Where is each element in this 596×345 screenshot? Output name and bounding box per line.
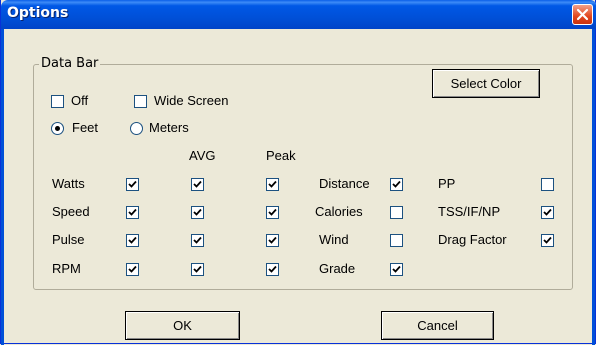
close-icon (576, 8, 589, 21)
window-border-left (1, 29, 4, 345)
checkmark-icon (543, 208, 552, 216)
wide-screen-label: Wide Screen (154, 93, 229, 108)
watts-avg-checkbox[interactable] (191, 178, 204, 191)
watts-label: Watts (52, 176, 85, 191)
checkmark-icon (268, 180, 277, 188)
feet-radio[interactable] (51, 122, 64, 135)
select-color-button[interactable]: Select Color (432, 69, 540, 98)
cancel-button[interactable]: Cancel (381, 311, 494, 340)
checkmark-icon (128, 180, 137, 188)
calories-label: Calories (315, 204, 363, 219)
calories-checkbox[interactable] (390, 206, 403, 219)
checkmark-icon (543, 236, 552, 244)
close-button[interactable] (572, 4, 593, 25)
checkmark-icon (128, 236, 137, 244)
feet-label: Feet (72, 120, 99, 135)
checkmark-icon (392, 180, 401, 188)
radio-selected-dot (55, 126, 60, 131)
watts-peak-checkbox[interactable] (266, 178, 279, 191)
watts-checkbox[interactable] (126, 178, 139, 191)
title-bar[interactable]: Options (1, 0, 596, 29)
pp-checkbox[interactable] (541, 178, 554, 191)
meters-radio[interactable] (130, 122, 143, 135)
wind-checkbox[interactable] (390, 234, 403, 247)
window-border-right (592, 29, 595, 345)
speed-label: Speed (52, 204, 90, 219)
drag-factor-checkbox[interactable] (541, 234, 554, 247)
checkmark-icon (268, 265, 277, 273)
checkmark-icon (193, 208, 202, 216)
checkmark-icon (193, 265, 202, 273)
speed-avg-checkbox[interactable] (191, 206, 204, 219)
speed-checkbox[interactable] (126, 206, 139, 219)
rpm-checkbox[interactable] (126, 263, 139, 276)
pulse-checkbox[interactable] (126, 234, 139, 247)
checkmark-icon (392, 265, 401, 273)
off-label: Off (71, 93, 89, 108)
pulse-label: Pulse (52, 232, 85, 247)
checkmark-icon (268, 236, 277, 244)
off-checkbox[interactable] (51, 95, 64, 108)
speed-peak-checkbox[interactable] (266, 206, 279, 219)
wind-label: Wind (319, 232, 349, 247)
group-label: Data Bar (39, 56, 101, 71)
meters-label: Meters (149, 120, 189, 135)
checkmark-icon (193, 180, 202, 188)
options-dialog: Options Data Bar Select Color Off Wide S… (0, 0, 596, 345)
distance-checkbox[interactable] (390, 178, 403, 191)
peak-column-header: Peak (266, 148, 296, 163)
avg-column-header: AVG (189, 148, 216, 163)
window-title: Options (7, 5, 69, 21)
pulse-avg-checkbox[interactable] (191, 234, 204, 247)
distance-label: Distance (319, 176, 370, 191)
pp-label: PP (438, 176, 456, 191)
pulse-peak-checkbox[interactable] (266, 234, 279, 247)
checkmark-icon (268, 208, 277, 216)
checkmark-icon (193, 236, 202, 244)
rpm-peak-checkbox[interactable] (266, 263, 279, 276)
wide-screen-checkbox[interactable] (134, 95, 147, 108)
drag-factor-label: Drag Factor (438, 232, 507, 247)
checkmark-icon (128, 265, 137, 273)
checkmark-icon (128, 208, 137, 216)
ok-button[interactable]: OK (125, 311, 240, 340)
rpm-label: RPM (52, 261, 81, 276)
rpm-avg-checkbox[interactable] (191, 263, 204, 276)
tss-if-np-label: TSS/IF/NP (438, 204, 501, 219)
grade-checkbox[interactable] (390, 263, 403, 276)
tss-if-np-checkbox[interactable] (541, 206, 554, 219)
grade-label: Grade (319, 261, 356, 276)
